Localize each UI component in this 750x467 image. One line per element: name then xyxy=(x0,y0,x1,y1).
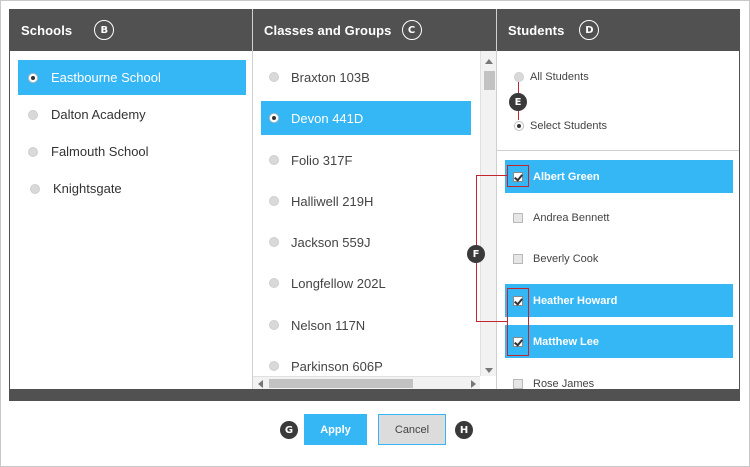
select-students-option[interactable]: Select Students xyxy=(514,120,607,132)
class-label: Devon 441D xyxy=(291,110,364,126)
radio-icon xyxy=(269,237,279,247)
radio-icon xyxy=(269,113,279,123)
scroll-down-arrow-icon[interactable] xyxy=(485,368,493,373)
school-label: Knightsgate xyxy=(53,181,122,196)
all-students-option[interactable]: All Students xyxy=(514,71,589,83)
student-item[interactable]: Beverly Cook xyxy=(505,242,733,275)
school-label: Dalton Academy xyxy=(51,107,146,122)
students-column: Students D All Students Select Students … xyxy=(496,9,740,389)
schools-column: Schools B Eastbourne School Dalton Acade… xyxy=(9,9,252,389)
class-item[interactable]: Halliwell 219H xyxy=(261,184,471,218)
class-label: Folio 317F xyxy=(291,152,353,168)
school-label: Eastbourne School xyxy=(51,70,161,85)
annotation-line xyxy=(476,321,507,322)
student-item[interactable]: Heather Howard xyxy=(505,284,733,317)
annotation-box xyxy=(507,288,529,356)
class-label: Halliwell 219H xyxy=(291,193,374,209)
student-label: Beverly Cook xyxy=(533,252,599,265)
radio-icon xyxy=(269,196,279,206)
school-item[interactable]: Falmouth School xyxy=(18,134,246,169)
class-label: Jackson 559J xyxy=(291,234,371,250)
radio-icon xyxy=(269,320,279,330)
classes-horizontal-scrollbar[interactable] xyxy=(253,376,480,389)
class-item[interactable]: Braxton 103B xyxy=(261,60,471,94)
class-label: Nelson 117N xyxy=(291,317,366,333)
student-item[interactable]: Rose James xyxy=(505,367,733,389)
students-title: Students xyxy=(508,22,565,38)
school-label: Falmouth School xyxy=(51,144,149,159)
radio-icon xyxy=(269,361,279,371)
school-item[interactable]: Dalton Academy xyxy=(18,97,246,132)
cancel-button[interactable]: Cancel xyxy=(378,414,446,445)
student-item[interactable]: Albert Green xyxy=(505,160,733,193)
panel-footer-bar xyxy=(9,389,740,401)
schools-header: Schools B xyxy=(10,9,252,51)
divider xyxy=(497,150,739,151)
selection-panels: Schools B Eastbourne School Dalton Acade… xyxy=(9,9,740,401)
student-label: Heather Howard xyxy=(533,294,618,307)
classes-column: Classes and Groups C Braxton 103B Devon … xyxy=(252,9,496,389)
radio-icon xyxy=(269,278,279,288)
student-label: Rose James xyxy=(533,377,595,390)
callout-c: C xyxy=(401,20,422,40)
annotation-box xyxy=(507,165,529,187)
radio-icon xyxy=(28,146,38,157)
callout-d: D xyxy=(579,20,600,40)
student-label: Matthew Lee xyxy=(533,335,600,348)
school-item[interactable]: Knightsgate xyxy=(18,171,246,206)
annotation-line xyxy=(518,110,519,120)
radio-icon xyxy=(514,121,524,131)
student-label: Andrea Bennett xyxy=(533,211,610,224)
classes-header: Classes and Groups C xyxy=(253,9,496,51)
callout-f: F xyxy=(467,245,485,263)
class-item[interactable]: Nelson 117N xyxy=(261,308,471,342)
scroll-thumb[interactable] xyxy=(484,71,495,90)
radio-icon xyxy=(28,72,38,83)
scroll-up-arrow-icon[interactable] xyxy=(485,59,493,64)
student-label: Albert Green xyxy=(533,170,600,183)
radio-icon xyxy=(30,183,40,194)
apply-button[interactable]: Apply xyxy=(304,414,367,445)
student-item[interactable]: Andrea Bennett xyxy=(505,201,733,234)
class-label: Longfellow 202L xyxy=(291,275,386,291)
all-students-label: All Students xyxy=(530,71,589,83)
checkbox-icon[interactable] xyxy=(513,212,523,223)
radio-icon xyxy=(269,72,279,82)
checkbox-icon[interactable] xyxy=(513,378,523,389)
scroll-right-arrow-icon[interactable] xyxy=(471,380,476,388)
class-item[interactable]: Devon 441D xyxy=(261,101,471,135)
student-item[interactable]: Matthew Lee xyxy=(505,325,733,358)
schools-title: Schools xyxy=(21,22,73,38)
classes-vertical-scrollbar[interactable] xyxy=(480,51,496,376)
class-item[interactable]: Folio 317F xyxy=(261,143,471,177)
class-label: Braxton 103B xyxy=(291,69,370,85)
callout-e: E xyxy=(509,93,527,111)
radio-icon xyxy=(28,109,38,120)
class-label: Parkinson 606P xyxy=(291,358,383,374)
annotation-line xyxy=(476,175,507,176)
callout-h: H xyxy=(455,421,473,439)
radio-icon xyxy=(269,155,279,165)
checkbox-icon[interactable] xyxy=(513,253,523,264)
radio-icon xyxy=(514,72,524,82)
callout-g: G xyxy=(280,421,298,439)
class-item[interactable]: Longfellow 202L xyxy=(261,266,471,300)
class-item[interactable]: Jackson 559J xyxy=(261,225,471,259)
school-item[interactable]: Eastbourne School xyxy=(18,60,246,95)
scroll-thumb[interactable] xyxy=(269,379,413,388)
students-header: Students D xyxy=(497,9,739,51)
select-students-label: Select Students xyxy=(530,120,608,132)
scroll-left-arrow-icon[interactable] xyxy=(258,380,263,388)
classes-title: Classes and Groups xyxy=(264,22,392,38)
callout-b: B xyxy=(94,20,115,40)
